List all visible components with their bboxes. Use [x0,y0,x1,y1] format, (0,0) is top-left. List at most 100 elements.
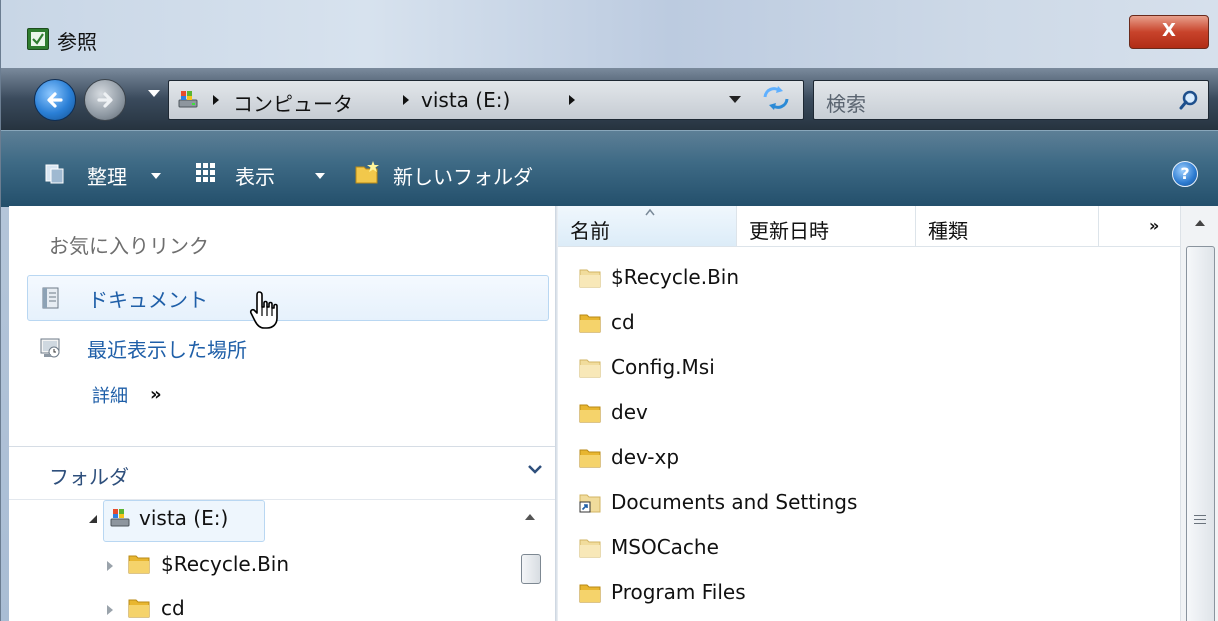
scroll-thumb[interactable] [1186,246,1215,621]
file-name: MSOCache [611,535,719,559]
file-name: cd [611,310,635,334]
favorite-links-header: お気に入りリンク [49,234,209,258]
column-header-name[interactable]: 名前 [558,206,737,247]
navigation-bar: コンピュータ vista (E:) 検索 [1,68,1218,130]
window-title: 参照 [57,30,97,54]
breadcrumb-computer[interactable]: コンピュータ [233,88,353,117]
folder-icon [128,599,150,618]
expanded-arrow-icon[interactable] [89,515,97,523]
folder-icon [579,314,601,333]
breadcrumb-drive[interactable]: vista (E:) [421,88,510,112]
search-box[interactable]: 検索 [813,80,1209,120]
scroll-grip-icon [1194,512,1206,527]
file-name: dev [611,400,648,424]
views-icon [196,163,215,182]
forward-button[interactable] [84,79,126,121]
favorite-link-label: 最近表示した場所 [87,338,247,362]
refresh-icon[interactable] [759,83,793,113]
column-header-type[interactable]: 種類 [916,206,1099,247]
scroll-up-icon[interactable] [1195,220,1205,226]
tree-item-label: cd [161,596,185,620]
hand-cursor-icon [249,291,278,329]
favorite-link-recent-places[interactable]: 最近表示した場所 [27,326,547,370]
file-name: dev-xp [611,445,680,469]
folder-pale-icon [579,539,601,558]
new-folder-button[interactable]: 新しいフォルダ [393,161,533,190]
file-list-item[interactable]: Program Files [558,571,1180,615]
folder-icon [579,584,601,603]
file-list-scrollbar[interactable] [1180,206,1218,621]
search-icon[interactable] [1178,89,1200,111]
column-header-label: 名前 [570,219,610,243]
views-menu[interactable]: 表示 [235,161,275,190]
column-header-label: 種類 [928,219,968,243]
command-bar: 整理 表示 新しいフォルダ ? [1,130,1218,207]
column-header-label: 更新日時 [749,219,829,243]
drive-icon [110,509,130,527]
drive-icon [178,91,198,108]
search-placeholder: 検索 [826,92,866,116]
tree-item-label: vista (E:) [139,506,229,530]
recent-pages-dropdown[interactable] [148,90,160,97]
documents-icon [42,287,59,309]
sort-ascending-icon [645,208,655,216]
organize-icon [45,164,64,184]
more-columns-button[interactable]: » [1099,206,1180,247]
explorer-app-icon [27,28,49,50]
folder-icon [128,555,150,574]
help-icon[interactable]: ? [1172,161,1198,187]
shortcut-folder-icon [579,494,601,513]
file-name: Documents and Settings [611,490,858,514]
folder-pale-icon [579,269,601,288]
back-button[interactable] [34,79,76,121]
breadcrumb-separator[interactable] [403,95,409,105]
file-name: Program Files [611,580,746,604]
navigation-pane: お気に入りリンク ドキュメント 最近表示した場所 詳細 » フォルダ vista… [9,206,555,621]
file-list-item[interactable]: $Recycle.Bin [558,256,1180,300]
file-list-item[interactable]: Documents and Settings [558,481,1180,525]
address-bar[interactable]: コンピュータ vista (E:) [168,80,804,120]
file-name: $Recycle.Bin [611,265,740,289]
file-list-item[interactable]: MSOCache [558,526,1180,570]
more-links-button[interactable]: 詳細 [92,382,128,408]
organize-menu[interactable]: 整理 [87,161,127,190]
forward-arrow-icon [97,92,113,108]
folder-tree-scrollbar[interactable] [513,502,547,621]
file-list-pane: 名前 更新日時 種類 » $Recycle.Bin cd Config.Msi … [558,206,1218,621]
file-list-item[interactable]: dev [558,391,1180,435]
scroll-thumb[interactable] [521,554,541,584]
folder-icon [579,404,601,423]
favorite-link-label: ドキュメント [88,288,208,312]
more-columns-chevron-icon: » [1149,216,1160,235]
browse-dialog: 参照 X コンピュータ vista (E:) 検索 整理 表示 新しいフォルダ … [0,0,1218,621]
organize-dropdown-icon[interactable] [151,173,161,179]
favorite-link-documents[interactable]: ドキュメント [27,275,549,321]
scroll-up-icon[interactable] [525,514,535,520]
breadcrumb-separator[interactable] [569,95,575,105]
column-header-modified[interactable]: 更新日時 [737,206,916,247]
file-list-item[interactable]: dev-xp [558,436,1180,480]
folders-header-label: フォルダ [49,465,129,489]
collapsed-arrow-icon[interactable] [107,561,113,571]
more-chevron-icon[interactable]: » [150,384,162,405]
tree-item-drive[interactable]: vista (E:) [89,502,269,538]
views-dropdown-icon[interactable] [315,173,325,179]
tree-item-folder[interactable]: $Recycle.Bin [107,548,367,584]
title-bar: 参照 X [1,0,1218,68]
folder-icon [579,449,601,468]
breadcrumb-separator[interactable] [213,95,219,105]
new-folder-icon [355,161,379,184]
back-arrow-icon [47,92,63,108]
folders-header[interactable]: フォルダ [9,446,555,500]
recent-places-icon [40,338,60,358]
close-button[interactable]: X [1129,15,1209,49]
chevron-down-icon[interactable] [527,463,543,475]
file-list-item[interactable]: cd [558,301,1180,345]
tree-item-folder[interactable]: cd [107,592,307,621]
file-list-item[interactable]: Config.Msi [558,346,1180,390]
tree-item-label: $Recycle.Bin [161,552,290,576]
folder-pale-icon [579,359,601,378]
address-history-dropdown[interactable] [729,96,741,103]
collapsed-arrow-icon[interactable] [107,605,113,615]
file-name: Config.Msi [611,355,715,379]
